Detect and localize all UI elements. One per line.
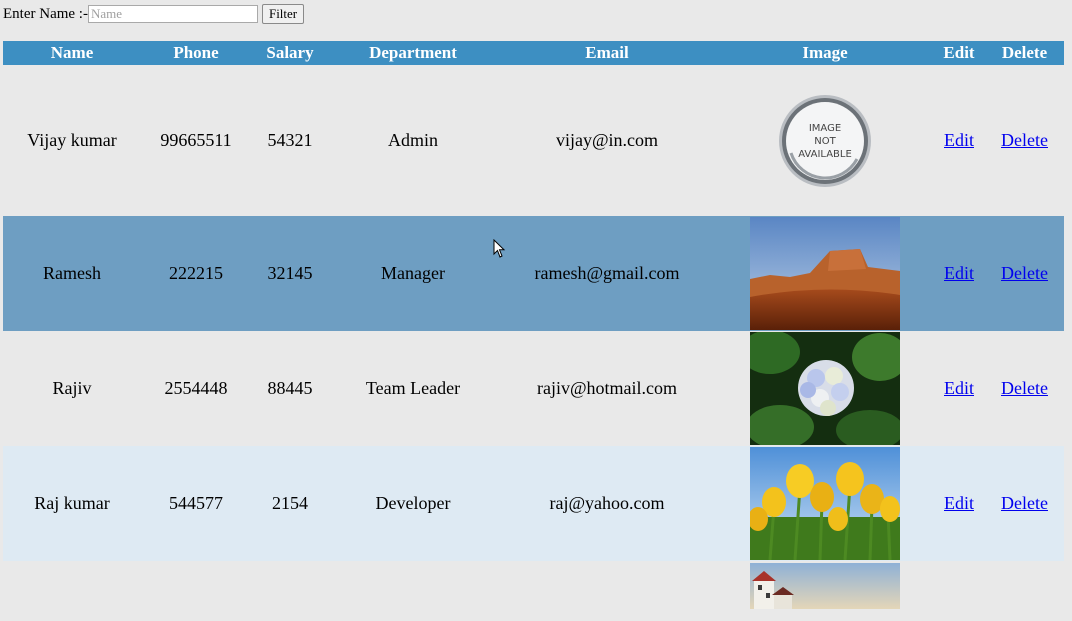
image-not-available-icon: IMAGE NOT AVAILABLE [779,94,871,187]
header-edit: Edit [933,41,985,65]
delete-link[interactable]: Delete [1001,378,1048,398]
cell-email: vijay@in.com [497,65,717,216]
table-row[interactable]: Ramesh 222215 32145 Manager ramesh@gmail… [3,216,1064,331]
cell-image [717,331,933,446]
cell-delete: Delete [985,446,1064,561]
cell-department [329,561,497,621]
cell-delete: Delete [985,331,1064,446]
desert-photo [750,217,900,330]
cell-delete [985,561,1064,621]
lighthouse-photo [750,563,900,609]
edit-link[interactable]: Edit [944,378,974,398]
cell-email: raj@yahoo.com [497,446,717,561]
filter-label: Enter Name :- [3,5,88,22]
cell-email: rajiv@hotmail.com [497,331,717,446]
edit-link[interactable]: Edit [944,263,974,283]
cell-name: Ramesh [3,216,141,331]
table-row[interactable]: Vijay kumar 99665511 54321 Admin vijay@i… [3,65,1064,216]
cell-edit: Edit [933,331,985,446]
table-row[interactable]: Raj kumar 544577 2154 Developer raj@yaho… [3,446,1064,561]
edit-link[interactable]: Edit [944,130,974,150]
cell-image [717,446,933,561]
cell-email [497,561,717,621]
header-phone[interactable]: Phone [141,41,251,65]
header-image: Image [717,41,933,65]
cell-department: Team Leader [329,331,497,446]
table-row[interactable]: Rajiv 2554448 88445 Team Leader rajiv@ho… [3,331,1064,446]
cell-edit: Edit [933,446,985,561]
cell-delete: Delete [985,65,1064,216]
header-email[interactable]: Email [497,41,717,65]
hydrangea-photo [750,332,900,445]
cell-edit: Edit [933,65,985,216]
cell-salary: 54321 [251,65,329,216]
cell-department: Admin [329,65,497,216]
header-salary[interactable]: Salary [251,41,329,65]
cell-department: Developer [329,446,497,561]
cell-image [717,216,933,331]
cell-department: Manager [329,216,497,331]
cell-edit: Edit [933,216,985,331]
cell-phone: 222215 [141,216,251,331]
cell-image: IMAGE NOT AVAILABLE [717,65,933,216]
table-header-row: Name Phone Salary Department Email Image… [3,41,1064,65]
cell-phone: 99665511 [141,65,251,216]
header-department[interactable]: Department [329,41,497,65]
cell-phone [141,561,251,621]
cell-salary: 2154 [251,446,329,561]
cell-name [3,561,141,621]
cell-salary [251,561,329,621]
image-placeholder-text: NOT [814,136,836,147]
cell-salary: 88445 [251,331,329,446]
cell-phone: 544577 [141,446,251,561]
header-delete: Delete [985,41,1064,65]
filter-button[interactable]: Filter [261,4,305,24]
cell-name: Rajiv [3,331,141,446]
filter-bar: Enter Name :- Filter [3,3,305,25]
delete-link[interactable]: Delete [1001,263,1048,283]
cell-delete: Delete [985,216,1064,331]
cell-name: Vijay kumar [3,65,141,216]
mouse-cursor-icon [493,239,506,258]
edit-link[interactable]: Edit [944,493,974,513]
delete-link[interactable]: Delete [1001,493,1048,513]
employee-table: Name Phone Salary Department Email Image… [3,41,1064,621]
cell-edit [933,561,985,621]
cell-salary: 32145 [251,216,329,331]
image-placeholder-text: IMAGE [809,123,841,134]
name-filter-input[interactable] [87,5,258,23]
header-name[interactable]: Name [3,41,141,65]
table-row[interactable] [3,561,1064,621]
cell-email: ramesh@gmail.com [497,216,717,331]
tulips-photo [750,447,900,560]
cell-image [717,561,933,621]
cell-phone: 2554448 [141,331,251,446]
image-placeholder-text: AVAILABLE [798,149,852,160]
delete-link[interactable]: Delete [1001,130,1048,150]
cell-name: Raj kumar [3,446,141,561]
